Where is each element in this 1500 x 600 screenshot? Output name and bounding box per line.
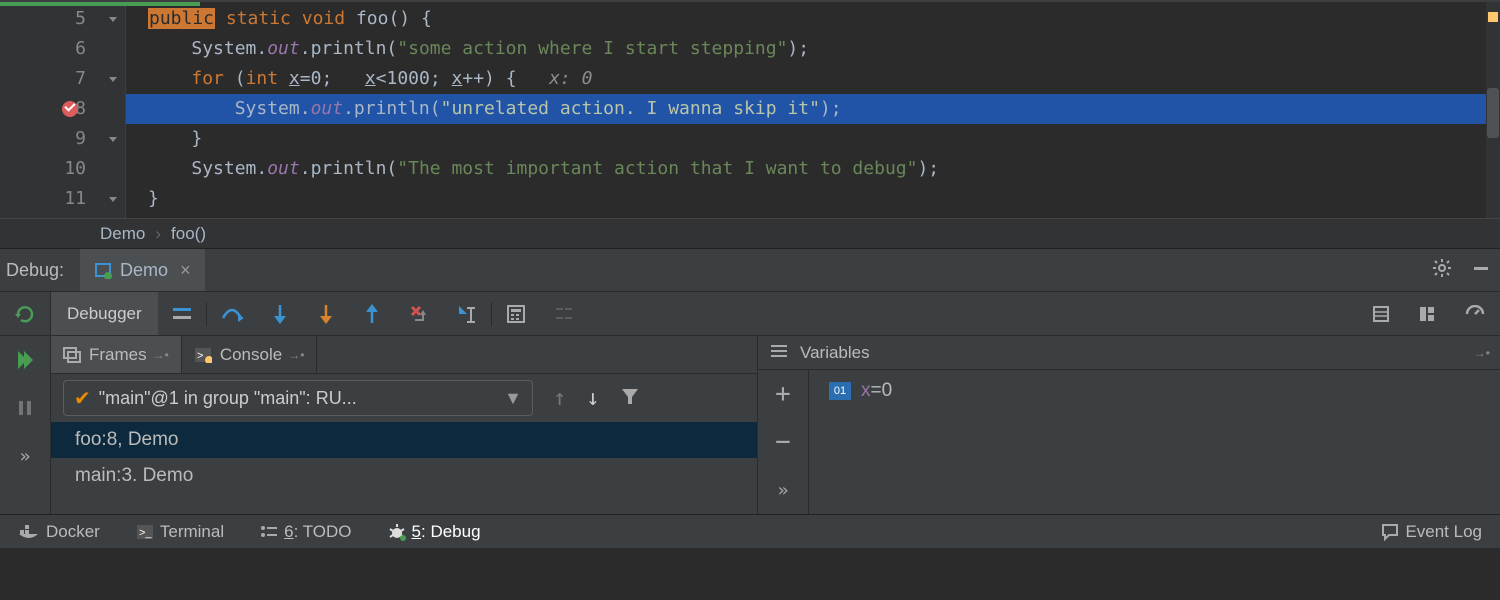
todo-tool-window-button[interactable]: 6: TODO xyxy=(260,522,351,542)
line-number[interactable]: 9 xyxy=(0,124,100,154)
stack-frame[interactable]: foo:8, Demo xyxy=(51,422,757,458)
run-config-tab[interactable]: Demo × xyxy=(80,249,205,291)
breadcrumb-item[interactable]: foo() xyxy=(171,224,206,244)
fold-toggle-icon[interactable] xyxy=(100,64,125,94)
variables-title: Variables xyxy=(800,343,870,363)
pin-icon[interactable]: →• xyxy=(153,348,169,362)
code-area[interactable]: public static void foo() { System.out.pr… xyxy=(126,2,1486,218)
pin-icon[interactable]: →• xyxy=(288,348,304,362)
application-icon xyxy=(94,261,112,279)
debug-header: Debug: Demo × xyxy=(0,248,1500,292)
line-number-gutter[interactable]: 5 6 7 8 9 10 11 xyxy=(0,2,100,218)
layout-settings-button[interactable] xyxy=(1372,305,1390,323)
gear-icon[interactable] xyxy=(1432,258,1452,283)
docker-icon xyxy=(18,524,40,540)
scrollbar-thumb[interactable] xyxy=(1487,88,1499,138)
step-out-button[interactable] xyxy=(363,304,381,324)
console-tab[interactable]: > Console →• xyxy=(182,336,318,373)
frames-tab[interactable]: Frames →• xyxy=(51,336,182,373)
variable-type-badge: 01 xyxy=(829,382,851,400)
frame-list[interactable]: foo:8, Demo main:3. Demo xyxy=(51,422,757,514)
line-number[interactable]: 10 xyxy=(0,154,100,184)
line-number[interactable]: 7 xyxy=(0,64,100,94)
status-bar: Docker >_ Terminal 6: TODO 5: Debug Even… xyxy=(0,514,1500,548)
current-execution-line[interactable]: System.out.println("unrelated action. I … xyxy=(126,94,1486,124)
new-watch-button[interactable]: + xyxy=(758,370,808,418)
debugger-tab[interactable]: Debugger xyxy=(51,292,158,335)
error-stripe[interactable] xyxy=(1486,2,1500,218)
filter-icon[interactable] xyxy=(620,386,640,411)
terminal-icon: >_ xyxy=(136,524,154,540)
memory-view-button[interactable] xyxy=(1464,305,1486,323)
docker-tool-window-button[interactable]: Docker xyxy=(18,522,100,542)
fold-toggle-icon[interactable] xyxy=(100,124,125,154)
console-icon: > xyxy=(194,347,212,363)
check-icon: ✔ xyxy=(74,386,91,411)
step-into-button[interactable] xyxy=(271,304,289,324)
resume-button[interactable] xyxy=(0,336,50,384)
chevron-right-icon: › xyxy=(155,224,161,244)
code-editor[interactable]: 5 6 7 8 9 10 11 public static void foo()… xyxy=(0,0,1500,218)
debug-tool-window-button[interactable]: 5: Debug xyxy=(388,522,481,542)
fold-toggle-icon[interactable] xyxy=(100,184,125,214)
variables-list[interactable]: 01 x = 0 xyxy=(809,370,1500,514)
tool-window-title: Debug: xyxy=(0,260,80,281)
minimize-icon[interactable] xyxy=(1472,259,1490,282)
event-log-button[interactable]: Event Log xyxy=(1381,522,1482,542)
evaluate-expression-button[interactable] xyxy=(506,304,526,324)
drop-frame-button[interactable] xyxy=(409,304,429,324)
debug-toolbar: Debugger xyxy=(0,292,1500,336)
variables-pane: Variables →• + − » 01 x = 0 xyxy=(758,336,1500,514)
stack-frame[interactable]: main:3. Demo xyxy=(51,458,757,494)
debug-tool-window: Debug: Demo × Debugger xyxy=(0,248,1500,514)
fold-gutter[interactable] xyxy=(100,2,126,218)
breadcrumb-item[interactable]: Demo xyxy=(100,224,145,244)
show-execution-point-button[interactable] xyxy=(172,307,192,321)
breadcrumb[interactable]: Demo › foo() xyxy=(0,218,1500,248)
next-frame-button[interactable]: ↓ xyxy=(586,386,599,411)
speech-bubble-icon xyxy=(1381,523,1399,541)
variables-icon xyxy=(770,343,788,363)
trace-current-stream-chain-button[interactable] xyxy=(554,306,574,322)
list-icon xyxy=(260,525,278,539)
breakpoint-icon[interactable] xyxy=(62,101,78,117)
close-icon[interactable]: × xyxy=(180,260,191,281)
rerun-button[interactable] xyxy=(14,303,36,325)
bug-icon xyxy=(388,523,406,541)
variable-row[interactable]: 01 x = 0 xyxy=(809,378,1500,402)
force-step-into-button[interactable] xyxy=(317,304,335,324)
pin-icon[interactable]: →• xyxy=(1474,346,1490,360)
frames-pane: Frames →• > Console →• ✔ "main"@1 in gro… xyxy=(51,336,758,514)
line-number[interactable]: 8 xyxy=(0,94,100,124)
svg-text:>: > xyxy=(197,350,203,362)
svg-text:>_: >_ xyxy=(139,527,152,539)
remove-watch-button[interactable]: − xyxy=(758,418,808,466)
thread-selector[interactable]: ✔ "main"@1 in group "main": RU... ▼ xyxy=(63,380,533,416)
step-over-button[interactable] xyxy=(221,304,243,324)
terminal-tool-window-button[interactable]: >_ Terminal xyxy=(136,522,224,542)
warning-marker-icon[interactable] xyxy=(1488,12,1498,22)
previous-frame-button[interactable]: ↑ xyxy=(553,386,566,411)
line-number[interactable]: 11 xyxy=(0,184,100,214)
line-number[interactable]: 6 xyxy=(0,34,100,64)
run-to-cursor-button[interactable] xyxy=(457,304,477,324)
more-watch-actions-button[interactable]: » xyxy=(758,466,808,514)
chevron-down-icon: ▼ xyxy=(504,388,522,409)
line-number[interactable]: 5 xyxy=(0,4,100,34)
pause-button[interactable] xyxy=(0,384,50,432)
more-actions-button[interactable]: » xyxy=(0,432,50,480)
settings-button[interactable] xyxy=(1418,305,1436,323)
frames-icon xyxy=(63,347,81,363)
fold-toggle-icon[interactable] xyxy=(100,4,125,34)
